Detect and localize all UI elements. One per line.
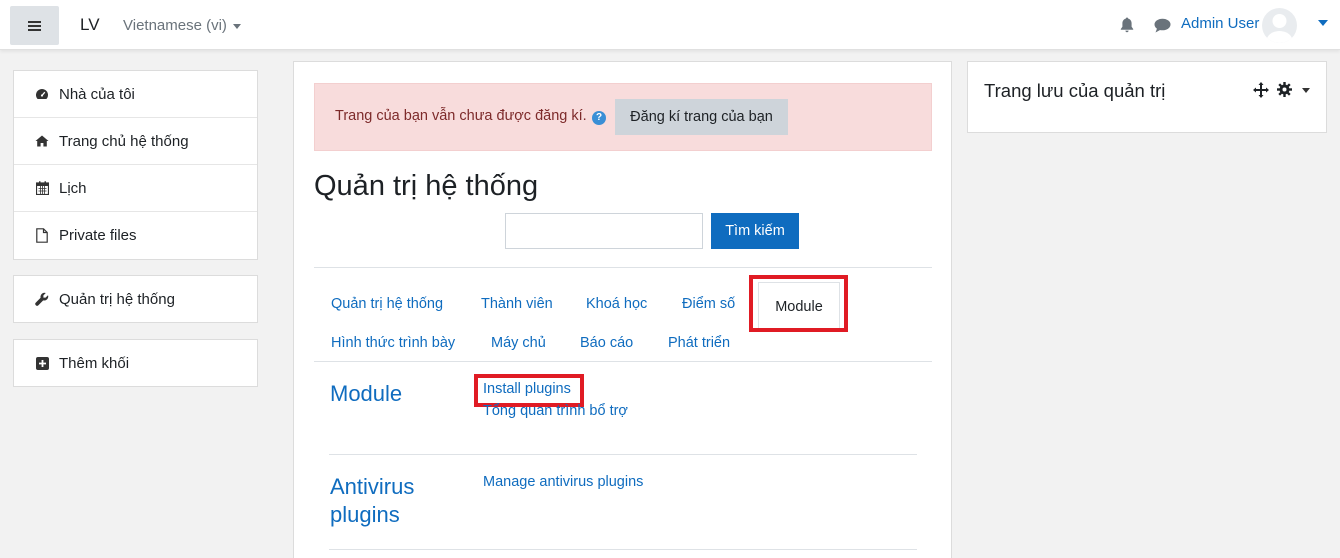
alert-text: Trang của bạn vẫn chưa được đăng kí. [335, 108, 587, 124]
nav-item-label: Lịch [59, 179, 87, 197]
chevron-down-icon [232, 23, 241, 29]
avatar[interactable] [1262, 8, 1297, 43]
tab-appearance[interactable]: Hình thức trình bày [331, 335, 455, 351]
user-menu-chevron-icon[interactable] [1318, 20, 1328, 26]
nav-item-label: Private files [59, 227, 137, 244]
nav-item-dashboard[interactable]: Nhà của tôi [14, 71, 257, 118]
tab-reports[interactable]: Báo cáo [580, 335, 633, 351]
user-name[interactable]: Admin User [1181, 15, 1259, 32]
chat-icon[interactable] [1154, 18, 1171, 38]
tab-server[interactable]: Máy chủ [491, 335, 546, 351]
nav-item-site-administration[interactable]: Quản trị hệ thống [13, 275, 258, 323]
section-title-module[interactable]: Module [330, 380, 402, 408]
main-content: Trang của bạn vẫn chưa được đăng kí. ? Đ… [293, 61, 952, 558]
plugins-overview-link[interactable]: Tổng quan trình bổ trợ [483, 403, 628, 419]
site-name[interactable]: LV [80, 15, 100, 35]
nav-item-private-files[interactable]: Private files [14, 212, 257, 259]
language-menu[interactable]: Vietnamese (vi) [123, 17, 241, 34]
help-icon[interactable]: ? [592, 111, 606, 125]
dashboard-icon [35, 87, 49, 101]
divider [314, 267, 932, 268]
nav-item-calendar[interactable]: Lịch [14, 165, 257, 212]
tab-users[interactable]: Thành viên [481, 296, 553, 312]
file-icon [35, 228, 49, 243]
page-title: Quản trị hệ thống [314, 170, 539, 202]
section-title-antivirus[interactable]: Antivirus plugins [330, 473, 414, 529]
block-title: Trang lưu của quản trị [984, 80, 1166, 101]
register-site-button[interactable]: Đăng kí trang của bạn [615, 99, 788, 135]
manage-antivirus-link[interactable]: Manage antivirus plugins [483, 474, 643, 490]
add-block-label: Thêm khối [59, 354, 130, 372]
section-title-line: Antivirus [330, 474, 415, 499]
nav-item-site-home[interactable]: Trang chủ hệ thống [14, 118, 257, 165]
add-block-button[interactable]: Thêm khối [13, 339, 258, 387]
tab-site-administration[interactable]: Quản trị hệ thống [331, 296, 443, 312]
divider [329, 454, 917, 455]
highlight-box-module-tab [749, 275, 848, 332]
bell-icon[interactable] [1120, 17, 1134, 38]
left-navigation: Nhà của tôi Trang chủ hệ thống Lịch Priv… [13, 70, 258, 260]
wrench-icon [35, 292, 49, 306]
chevron-down-icon[interactable] [1302, 88, 1310, 93]
hamburger-icon [28, 20, 41, 31]
tab-grades[interactable]: Điểm số [682, 296, 735, 312]
admin-bookmarks-block: Trang lưu của quản trị [967, 61, 1327, 133]
divider [329, 549, 917, 550]
tab-courses[interactable]: Khoá học [586, 296, 647, 312]
registration-alert: Trang của bạn vẫn chưa được đăng kí. ? Đ… [314, 83, 932, 151]
admin-search-input[interactable] [505, 213, 703, 249]
nav-item-label: Quản trị hệ thống [59, 290, 175, 308]
tab-development[interactable]: Phát triển [668, 335, 730, 351]
gear-icon[interactable] [1277, 82, 1292, 102]
nav-item-label: Trang chủ hệ thống [59, 132, 189, 150]
language-label: Vietnamese (vi) [123, 17, 227, 34]
move-icon[interactable] [1253, 82, 1269, 103]
top-navbar: LV Vietnamese (vi) Admin User [0, 0, 1340, 50]
section-title-line: plugins [330, 502, 400, 527]
menu-toggle-button[interactable] [10, 6, 59, 45]
divider [314, 361, 932, 362]
nav-item-label: Nhà của tôi [59, 85, 135, 103]
calendar-icon [35, 181, 49, 195]
plus-square-icon [35, 356, 49, 370]
home-icon [35, 134, 49, 148]
search-button[interactable]: Tìm kiếm [711, 213, 799, 249]
